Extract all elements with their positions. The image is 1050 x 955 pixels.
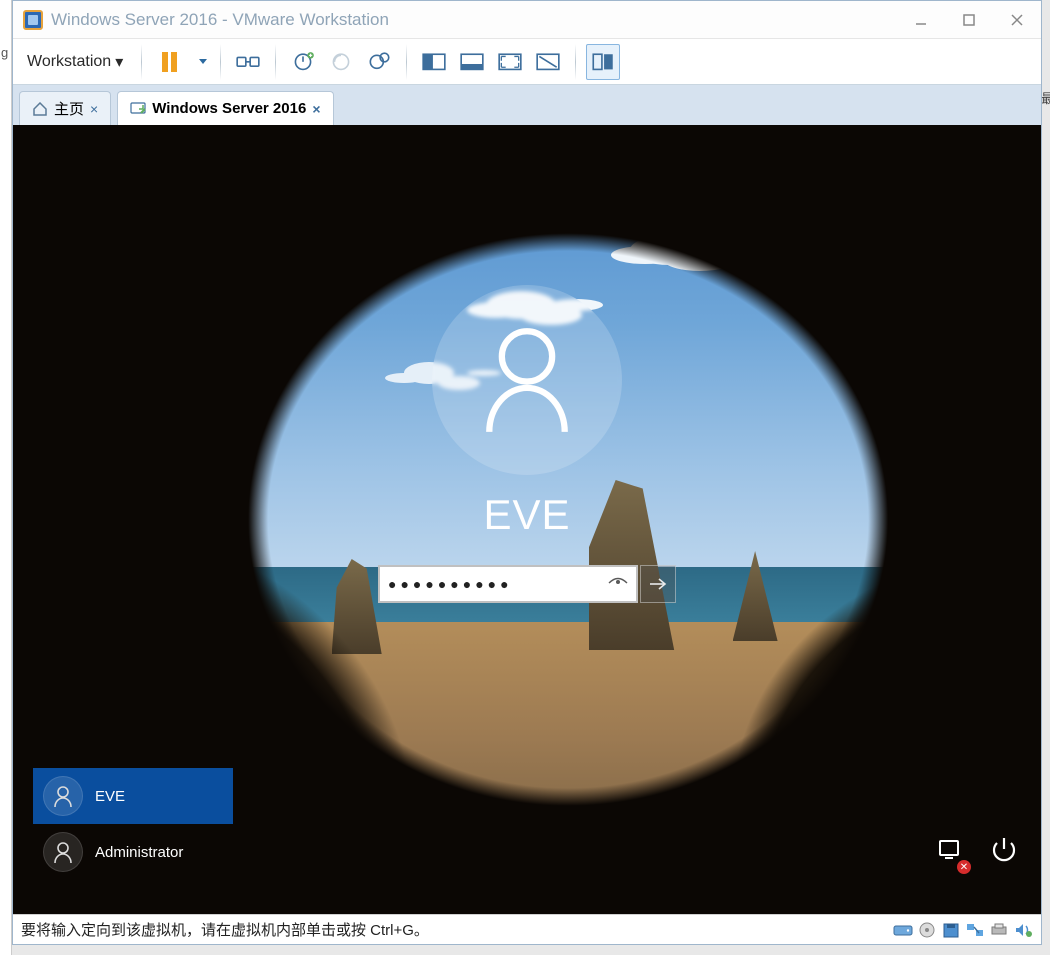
login-username: EVE: [483, 491, 570, 539]
ease-of-access-button[interactable]: [989, 835, 1019, 870]
workstation-menu[interactable]: Workstation ▾: [19, 50, 131, 74]
vm-display[interactable]: EVE ●●●●●●●●●● EVE: [13, 125, 1041, 914]
unity-icon: [535, 51, 561, 73]
tab-home[interactable]: 主页 ×: [19, 91, 111, 125]
reveal-password-icon[interactable]: [608, 574, 628, 595]
user-avatar-small: [43, 776, 83, 816]
network-button[interactable]: ✕: [937, 835, 967, 870]
pause-vm-button[interactable]: [152, 44, 186, 80]
password-value: ●●●●●●●●●●: [388, 576, 608, 592]
login-panel: EVE ●●●●●●●●●●: [13, 285, 1041, 603]
fit-guest-icon: [421, 51, 447, 73]
fullscreen-button[interactable]: [493, 44, 527, 80]
chevron-down-icon: [199, 59, 207, 64]
floppy-icon[interactable]: [941, 921, 961, 939]
tab-label: 主页: [54, 98, 84, 119]
tabbar: 主页 × Windows Server 2016 ×: [13, 85, 1041, 125]
tab-label: Windows Server 2016: [152, 100, 306, 117]
pause-icon: [162, 52, 177, 72]
system-icons: ✕: [937, 835, 1019, 870]
fullscreen-icon: [497, 51, 523, 73]
hard-disk-icon[interactable]: [893, 921, 913, 939]
vm-icon: [130, 102, 146, 116]
user-icon: [479, 325, 575, 435]
user-list-item-eve[interactable]: EVE: [33, 768, 233, 824]
network-adapter-icon[interactable]: [965, 921, 985, 939]
cdrom-icon[interactable]: [917, 921, 937, 939]
unity-button[interactable]: [531, 44, 565, 80]
toolbar: Workstation ▾: [13, 39, 1041, 85]
send-ctrl-alt-del-button[interactable]: [231, 44, 265, 80]
library-icon: [590, 51, 616, 73]
library-button[interactable]: [586, 44, 620, 80]
power-dropdown-button[interactable]: [190, 44, 210, 80]
tab-vm[interactable]: Windows Server 2016 ×: [117, 91, 333, 125]
manage-snapshots-icon: [366, 51, 392, 73]
user-avatar-small: [43, 832, 83, 872]
revert-snapshot-button[interactable]: [324, 44, 358, 80]
password-input[interactable]: ●●●●●●●●●●: [378, 565, 638, 603]
snapshot-icon: [290, 51, 316, 73]
fit-guest-button[interactable]: [417, 44, 451, 80]
home-icon: [32, 102, 48, 116]
printer-icon[interactable]: [989, 921, 1009, 939]
user-name-label: EVE: [95, 788, 125, 805]
window-title: Windows Server 2016 - VMware Workstation: [51, 10, 897, 30]
minimize-button[interactable]: [897, 1, 945, 39]
power-icon: [989, 835, 1019, 865]
take-snapshot-button[interactable]: [286, 44, 320, 80]
status-message: 要将输入定向到该虚拟机，请在虚拟机内部单击或按 Ctrl+G。: [21, 919, 893, 940]
workstation-menu-label: Workstation: [27, 53, 111, 71]
maximize-button[interactable]: [945, 1, 993, 39]
arrow-right-icon: [648, 576, 668, 592]
usb-icon: [235, 51, 261, 73]
titlebar: Windows Server 2016 - VMware Workstation: [13, 1, 1041, 39]
user-list: EVE Administrator: [33, 768, 233, 880]
vmware-app-icon: [23, 10, 43, 30]
user-list-item-administrator[interactable]: Administrator: [33, 824, 233, 880]
revert-icon: [328, 51, 354, 73]
close-button[interactable]: [993, 1, 1041, 39]
fit-window-icon: [459, 51, 485, 73]
close-tab-icon[interactable]: ×: [90, 101, 98, 117]
statusbar: 要将输入定向到该虚拟机，请在虚拟机内部单击或按 Ctrl+G。: [13, 914, 1041, 944]
chevron-down-icon: ▾: [115, 52, 123, 72]
fit-window-button[interactable]: [455, 44, 489, 80]
manage-snapshots-button[interactable]: [362, 44, 396, 80]
submit-login-button[interactable]: [640, 565, 676, 603]
sound-icon[interactable]: [1013, 921, 1033, 939]
user-name-label: Administrator: [95, 844, 183, 861]
user-avatar-large: [432, 285, 622, 475]
vmware-window: Windows Server 2016 - VMware Workstation…: [12, 0, 1042, 945]
close-tab-icon[interactable]: ×: [312, 101, 320, 117]
